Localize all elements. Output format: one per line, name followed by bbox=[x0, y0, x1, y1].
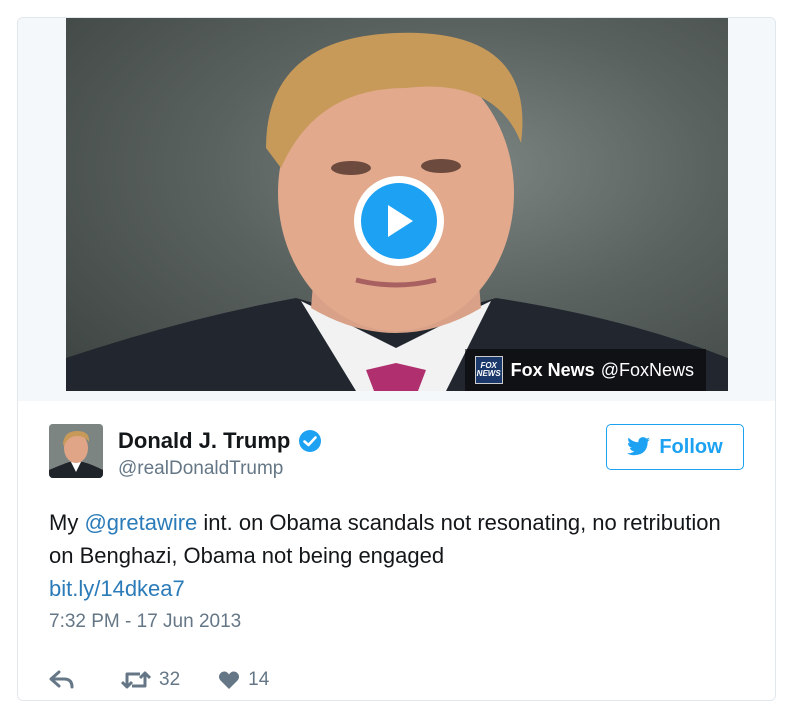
video-player[interactable]: FOX NEWS Fox News @FoxNews bbox=[66, 18, 728, 391]
twitter-bird-icon bbox=[627, 437, 651, 457]
video-source-attribution[interactable]: FOX NEWS Fox News @FoxNews bbox=[464, 349, 706, 391]
tweet-body: Donald J. Trump @realDonaldTrump Follow … bbox=[18, 401, 775, 700]
display-name[interactable]: Donald J. Trump bbox=[118, 428, 322, 454]
retweet-count: 32 bbox=[159, 669, 181, 690]
like-button[interactable]: 14 bbox=[218, 669, 269, 691]
verified-icon bbox=[298, 429, 322, 453]
tweet-text-prefix: My bbox=[49, 510, 85, 535]
follow-button[interactable]: Follow bbox=[606, 424, 744, 470]
screen-name[interactable]: @realDonaldTrump bbox=[118, 458, 283, 480]
tweet-text: My @gretawire int. on Obama scandals not… bbox=[49, 506, 739, 605]
fox-news-logo: FOX NEWS bbox=[474, 356, 503, 384]
tweet-timestamp[interactable]: 7:32 PM - 17 Jun 2013 bbox=[49, 611, 241, 633]
avatar[interactable] bbox=[49, 424, 103, 478]
media-area: FOX NEWS Fox News @FoxNews bbox=[18, 18, 775, 401]
like-count: 14 bbox=[248, 669, 270, 690]
display-name-text: Donald J. Trump bbox=[118, 428, 291, 453]
reply-icon bbox=[49, 670, 75, 690]
play-icon bbox=[361, 183, 437, 259]
retweet-button[interactable]: 32 bbox=[121, 669, 180, 691]
video-source-handle: @FoxNews bbox=[600, 359, 694, 380]
video-source-name: Fox News bbox=[510, 359, 595, 380]
retweet-icon bbox=[121, 670, 151, 690]
heart-icon bbox=[218, 670, 240, 690]
reply-button[interactable] bbox=[49, 670, 83, 690]
mention-link[interactable]: @gretawire bbox=[84, 510, 197, 535]
play-button[interactable] bbox=[354, 176, 444, 266]
url-link[interactable]: bit.ly/14dkea7 bbox=[49, 576, 185, 601]
tweet-actions: 32 14 bbox=[49, 669, 307, 691]
follow-label: Follow bbox=[659, 435, 723, 458]
embedded-tweet-card: FOX NEWS Fox News @FoxNews Donald J. Tru… bbox=[17, 17, 776, 701]
